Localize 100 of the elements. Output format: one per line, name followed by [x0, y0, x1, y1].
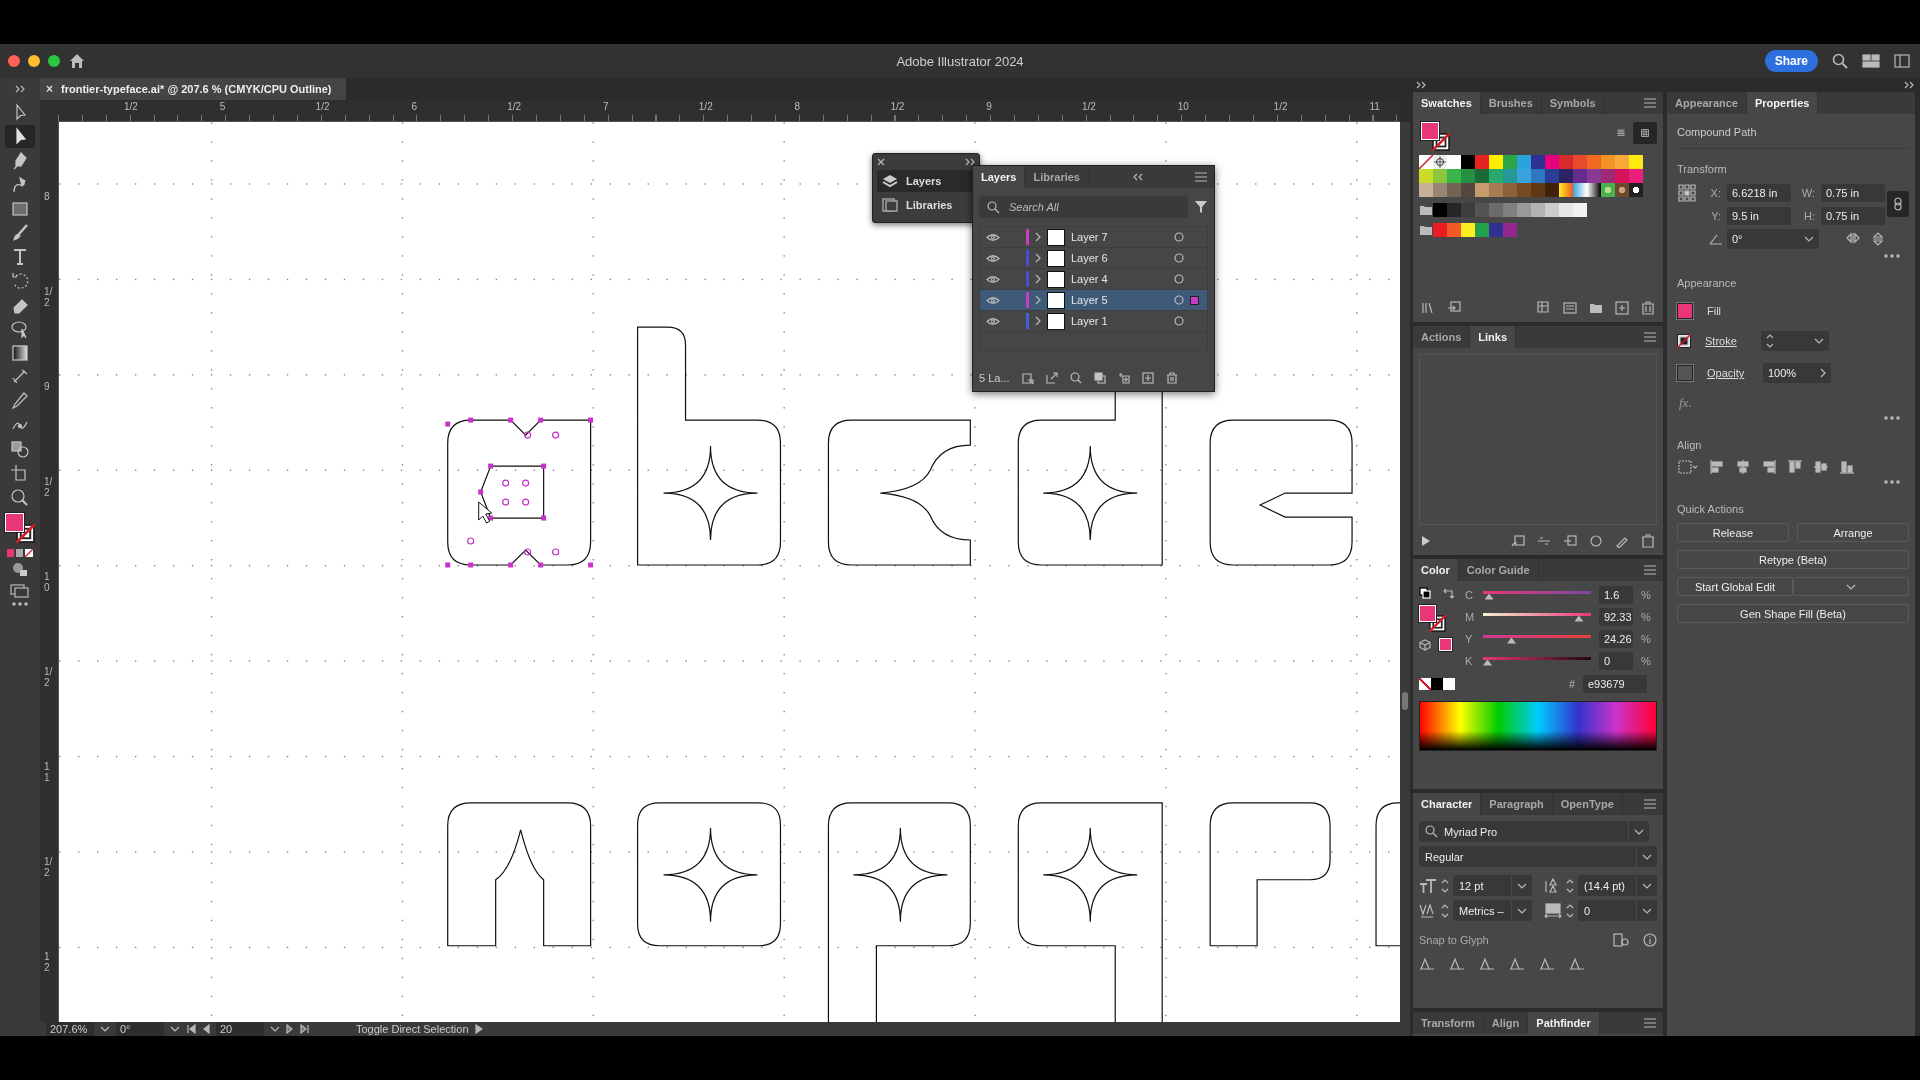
panel-tab[interactable]: Character: [1413, 793, 1482, 815]
panel-tab[interactable]: Brushes: [1480, 92, 1542, 114]
unit-label: %: [1641, 655, 1651, 667]
ruler-label: 10: [1177, 101, 1189, 112]
ruler-label: 8: [44, 192, 50, 203]
window-title: Adobe Illustrator 2024: [896, 53, 1024, 69]
section-heading: Appearance: [1677, 277, 1738, 289]
tool-hint: Toggle Direct Selection: [356, 1023, 469, 1035]
height-field[interactable]: 0.75 in: [1821, 207, 1885, 225]
layer-name: Layer 7: [1071, 231, 1109, 243]
y-field[interactable]: 9.5 in: [1727, 207, 1791, 225]
layer-row[interactable]: Layer 1: [980, 311, 1207, 332]
ruler-label: 6: [411, 101, 417, 112]
ruler-label: 9: [986, 101, 992, 112]
fill-label: Fill: [1707, 305, 1723, 317]
hex-label: #: [1568, 678, 1575, 690]
panel-tab[interactable]: Pathfinder: [1528, 1012, 1600, 1034]
ruler-label: 5: [219, 101, 226, 112]
rotation-field[interactable]: 0°: [116, 1022, 164, 1036]
action-button[interactable]: Retype (Beta): [1677, 550, 1909, 569]
panel-tab[interactable]: Color: [1413, 559, 1459, 581]
ruler-label: 1/2: [698, 101, 713, 112]
opacity-field[interactable]: 100%: [1763, 363, 1831, 383]
unit-label: %: [1641, 589, 1651, 601]
layer-name: Layer 1: [1071, 315, 1109, 327]
layer-name: Layer 5: [1071, 294, 1109, 306]
zoom-field[interactable]: 207.6%: [46, 1022, 94, 1036]
value-field[interactable]: 24.26: [1599, 630, 1633, 648]
layer-row[interactable]: Layer 5: [980, 290, 1207, 311]
font-style-dropdown[interactable]: Regular: [1419, 846, 1657, 867]
panel-tab[interactable]: Color Guide: [1458, 559, 1539, 581]
rotation-dropdown[interactable]: 0°: [1727, 229, 1819, 249]
stroke-link[interactable]: Stroke: [1705, 335, 1747, 347]
artboard-field[interactable]: 20: [216, 1022, 264, 1036]
section-heading: Transform: [1677, 163, 1728, 175]
layer-count: 5 La...: [979, 372, 1010, 384]
ruler-label: 7: [603, 101, 609, 112]
value-field[interactable]: 0: [1599, 652, 1633, 670]
dock-item[interactable]: Libraries: [877, 194, 975, 216]
ruler-label: 9: [44, 382, 50, 393]
field-label: W:: [1800, 187, 1816, 199]
kerning-field[interactable]: Metrics –: [1453, 900, 1532, 921]
ruler-label: 10: [44, 572, 50, 593]
channel-label: M: [1465, 611, 1475, 623]
panel-tab[interactable]: Symbols: [1541, 92, 1605, 114]
panel-tab[interactable]: Appearance: [1667, 92, 1747, 114]
tracking-field[interactable]: 0: [1578, 900, 1657, 921]
object-type-label: Compound Path: [1677, 114, 1909, 149]
snap-label: Snap to Glyph: [1419, 934, 1490, 946]
panel-tab[interactable]: Layers: [973, 166, 1026, 188]
panel-tab[interactable]: Paragraph: [1481, 793, 1553, 815]
panel-tab[interactable]: Libraries: [1025, 166, 1089, 188]
panel-tab[interactable]: Swatches: [1413, 92, 1481, 114]
value-field[interactable]: 92.33: [1599, 608, 1633, 626]
dock-item[interactable]: Layers: [877, 170, 975, 192]
field-label: H:: [1803, 210, 1816, 222]
ruler-label: 1/2: [1273, 101, 1288, 112]
ruler-label: 1/2: [507, 101, 522, 112]
document-tab[interactable]: × frontier-typeface.ai* @ 207.6 % (CMYK/CPU Outline): [40, 78, 346, 100]
leading-field[interactable]: (14.4 pt): [1578, 875, 1657, 896]
value-field[interactable]: 1.6: [1599, 586, 1633, 604]
ruler-label: 1/2: [890, 101, 905, 112]
layer-name: Layer 6: [1071, 252, 1109, 264]
channel-label: C: [1465, 589, 1474, 601]
action-button[interactable]: Gen Shape Fill (Beta): [1677, 604, 1909, 623]
ruler-label: 11: [1369, 101, 1380, 112]
panel-tab[interactable]: OpenType: [1552, 793, 1623, 815]
ruler-label: 1/2: [124, 101, 138, 112]
field-label: X:: [1709, 187, 1722, 199]
layer-row[interactable]: Layer 7: [980, 227, 1207, 248]
font-family-dropdown[interactable]: Myriad Pro: [1419, 821, 1649, 842]
x-field[interactable]: 6.6218 in: [1727, 184, 1791, 202]
section-heading: Align: [1677, 439, 1703, 451]
panel-tab[interactable]: Properties: [1747, 92, 1819, 114]
ruler-label: 11: [44, 762, 50, 783]
opacity-link[interactable]: Opacity: [1707, 367, 1749, 379]
section-heading: Quick Actions: [1677, 503, 1745, 515]
search-field[interactable]: Search All: [979, 196, 1188, 218]
unit-label: %: [1641, 611, 1651, 623]
channel-label: Y: [1465, 633, 1474, 645]
action-button[interactable]: Arrange: [1797, 523, 1909, 542]
action-button[interactable]: Start Global Edit: [1677, 577, 1793, 596]
channel-label: K: [1465, 655, 1474, 667]
action-button[interactable]: Release: [1677, 523, 1789, 542]
ruler-label: 12: [44, 952, 50, 973]
share-button[interactable]: Share: [1764, 50, 1818, 72]
panel-tab[interactable]: Links: [1470, 326, 1517, 348]
ruler-label: 1/2: [1082, 101, 1096, 112]
unit-label: %: [1641, 633, 1651, 645]
ruler-label: 8: [794, 101, 801, 112]
document-title: frontier-typeface.ai* @ 207.6 % (CMYK/CPU Outline): [61, 83, 332, 95]
width-field[interactable]: 0.75 in: [1821, 184, 1885, 202]
layer-row[interactable]: Layer 6: [980, 248, 1207, 269]
field-label: Y:: [1710, 210, 1722, 222]
layer-name: Layer 4: [1071, 273, 1109, 285]
close-tab-button[interactable]: ×: [46, 82, 53, 96]
ruler-label: 1/2: [315, 101, 330, 112]
hex-field[interactable]: e93679: [1583, 675, 1647, 693]
font-size-field[interactable]: 12 pt: [1453, 875, 1532, 896]
panel-tab[interactable]: Transform: [1413, 1012, 1484, 1034]
